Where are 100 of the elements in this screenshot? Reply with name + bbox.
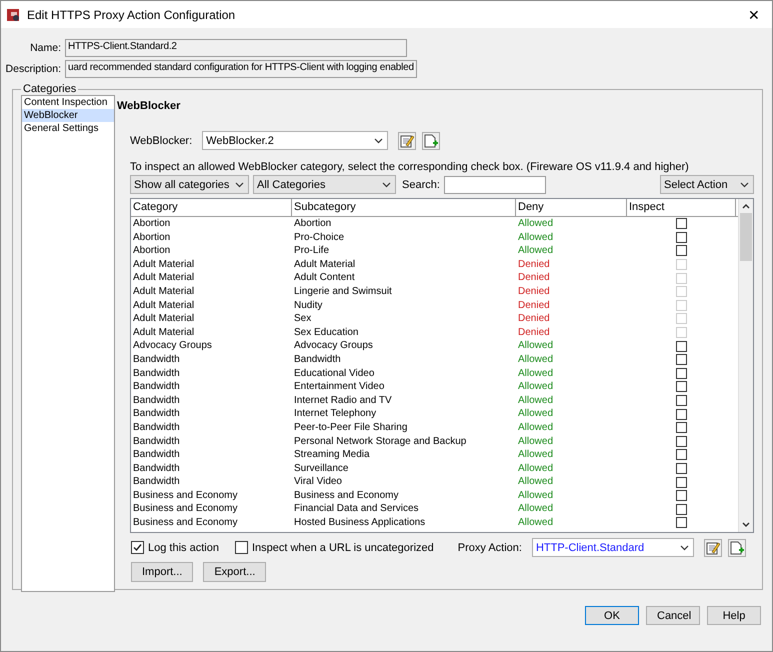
inspect-checkbox[interactable] [676,408,687,420]
caret-icon [374,138,384,144]
inspect-checkbox[interactable] [676,436,687,447]
deny-cell-text: Allowed [517,380,554,394]
dialog-button[interactable]: OK [585,606,639,625]
deny-cell-text: Allowed [517,448,554,462]
subcategory-cell-text: Viral Video [293,475,343,489]
show-filter-dropdown[interactable]: Show all categories [130,175,249,194]
inspect-checkbox[interactable] [676,422,687,434]
inspect-checkbox[interactable] [676,517,687,528]
section-heading: WebBlocker [117,100,182,112]
inspect-checkbox[interactable] [676,232,687,243]
inspect-checkbox[interactable] [676,395,687,406]
inspect-checkbox[interactable] [676,218,687,230]
webblocker-dropdown[interactable]: WebBlocker.2 [202,131,388,150]
column-header[interactable]: Inspect [627,199,736,216]
subcategory-cell-text: Streaming Media [293,448,371,462]
category-list-item[interactable]: General Settings [22,122,114,135]
subcategory-cell-text: Bandwidth [293,352,342,367]
deny-cell-text: Denied [517,312,551,326]
field-label: WebBlocker: [130,134,192,146]
inspect-checkbox[interactable] [676,476,687,488]
deny-cell-text: Allowed [517,420,554,434]
document-plus-icon [424,134,438,148]
category-cell-text: Adult Material [132,326,196,340]
deny-cell-text: Allowed [517,462,554,476]
category-cell-text: Adult Material [132,284,196,299]
edit-button[interactable] [398,132,416,150]
subcategory-cell-text: Adult Content [293,271,356,285]
category-list-item[interactable]: Content Inspection [22,96,114,109]
clone-button[interactable] [728,538,746,556]
category-cell-text: Advocacy Groups [132,339,213,353]
subcategory-cell-text: Educational Video [293,366,376,380]
checkbox[interactable] [234,541,248,554]
inspect-checkbox[interactable] [676,449,687,460]
scroll-thumb[interactable] [740,213,752,261]
subcategory-cell-text: Financial Data and Services [293,502,420,516]
category-cell-text: Bandwidth [132,380,181,394]
inspect-checkbox[interactable] [676,462,687,474]
subcategory-cell-text: Advocacy Groups [293,339,374,353]
search-field[interactable] [444,176,546,194]
category-cell-text: Business and Economy [132,502,239,516]
column-header[interactable]: Deny [516,199,627,216]
category-cell-text: Bandwidth [132,352,181,367]
subcategory-cell-text: Pro-Choice [293,230,346,244]
dialog-button[interactable]: Cancel [646,606,700,625]
inspect-checkbox[interactable] [676,504,687,515]
edit-button[interactable] [704,538,722,556]
subcategory-cell-text: Lingerie and Swimsuit [293,284,393,299]
deny-cell-text: Allowed [517,230,554,244]
scrollbar[interactable] [738,199,753,532]
deny-cell-text: Denied [517,298,551,312]
proxy-action-dropdown[interactable]: HTTP-Client.Standard [532,538,694,557]
inspect-checkbox[interactable] [676,245,687,256]
select-action-dropdown[interactable]: Select Action [660,175,754,194]
category-cell-text: Bandwidth [132,448,181,462]
deny-cell-text: Allowed [517,475,554,489]
checkbox[interactable] [131,541,144,554]
clone-button[interactable] [422,132,440,150]
category-list-item[interactable]: WebBlocker [22,109,114,122]
deny-cell-text: Allowed [517,394,554,408]
field-label: Description: [4,62,61,74]
subcategory-cell-text: Internet Telephony [293,407,378,421]
deny-cell-text: Denied [517,271,551,285]
inspect-checkbox[interactable] [676,490,687,502]
category-cell-text: Bandwidth [132,420,181,434]
category-cell-text: Bandwidth [132,394,181,408]
close-button[interactable]: ✕ [744,6,764,22]
subcategory-cell-text: Nudity [293,298,324,312]
inspect-checkbox[interactable] [676,381,687,392]
caret-icon [680,544,689,550]
deny-cell-text: Allowed [517,366,554,380]
action-button[interactable]: Export... [203,562,266,582]
deny-cell-text: Denied [517,258,551,272]
subcategory-cell-text: Adult Material [293,258,356,272]
category-filter-dropdown[interactable]: All Categories [253,175,396,194]
caret-icon [235,182,244,188]
action-button[interactable]: Import... [131,562,194,582]
checkbox-label: Inspect when a URL is uncategorized [252,542,434,554]
window-title: Edit HTTPS Proxy Action Configuration [27,8,236,22]
subcategory-cell-text: Peer-to-Peer File Sharing [293,420,408,434]
category-cell-text: Bandwidth [132,475,181,489]
column-header[interactable]: Subcategory [292,199,516,216]
subcategory-cell-text: Sex [293,312,312,326]
inspect-checkbox[interactable] [676,368,687,379]
subcategory-cell-text: Personal Network Storage and Backup [293,434,468,448]
deny-cell-text: Allowed [517,516,554,530]
subcategory-cell-text: Internet Radio and TV [293,394,393,408]
description-field[interactable]: uard recommended standard configuration for HTTPS-Client with logging enabled [65,60,417,78]
inspect-checkbox[interactable] [676,340,687,352]
name-field[interactable]: HTTPS-Client.Standard.2 [65,38,407,56]
inspect-checkbox[interactable] [676,354,687,366]
category-cell-text: Business and Economy [132,488,239,502]
category-cell-text: Bandwidth [132,434,181,448]
column-header[interactable]: Category [131,199,292,216]
dialog-button[interactable]: Help [707,606,761,625]
deny-cell-text: Denied [517,284,551,299]
deny-cell-text: Allowed [517,407,554,421]
category-cell-text: Abortion [132,230,172,244]
check-icon [133,543,142,552]
